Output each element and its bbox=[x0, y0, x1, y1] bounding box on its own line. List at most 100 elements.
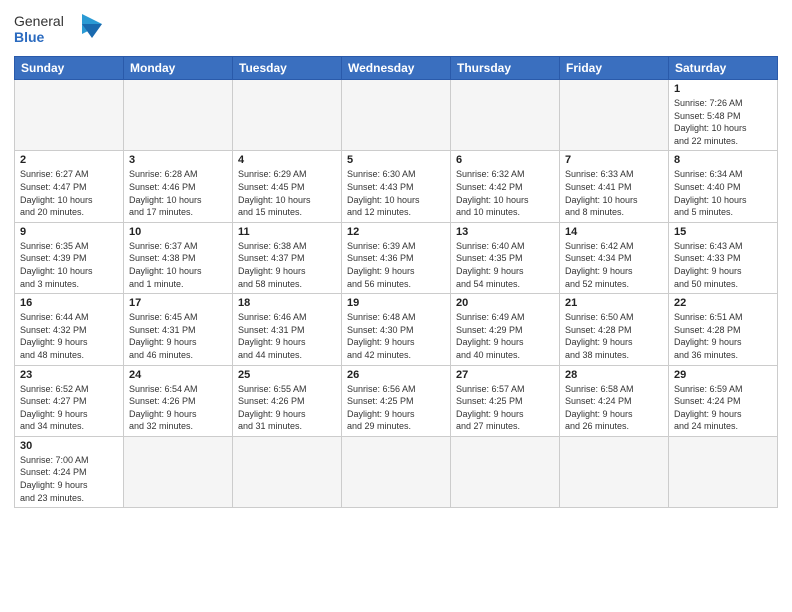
svg-text:General: General bbox=[14, 13, 64, 29]
calendar-cell: 30Sunrise: 7:00 AM Sunset: 4:24 PM Dayli… bbox=[15, 436, 124, 507]
calendar-cell: 6 Sunrise: 6:32 AM Sunset: 4:42 PM Daylig… bbox=[451, 151, 560, 222]
calendar-cell: 23Sunrise: 6:52 AM Sunset: 4:27 PM Dayli… bbox=[15, 365, 124, 436]
calendar-cell: 1 Sunrise: 7:26 AM Sunset: 5:48 PM Daylig… bbox=[669, 80, 778, 151]
calendar-cell bbox=[15, 80, 124, 151]
calendar-cell: 13 Sunrise: 6:40 AM Sunset: 4:35 PM Dayli… bbox=[451, 222, 560, 293]
day-number: 26 bbox=[347, 369, 445, 381]
calendar: SundayMondayTuesdayWednesdayThursdayFrid… bbox=[14, 56, 778, 508]
logo: GeneralBlue bbox=[14, 10, 104, 48]
day-number: 29 bbox=[674, 369, 772, 381]
day-info: Sunrise: 6:55 AM Sunset: 4:26 PM Dayligh… bbox=[238, 383, 336, 433]
weekday-header-friday: Friday bbox=[560, 57, 669, 80]
calendar-cell: 14 Sunrise: 6:42 AM Sunset: 4:34 PM Dayli… bbox=[560, 222, 669, 293]
day-info: Sunrise: 6:34 AM Sunset: 4:40 PM Dayligh… bbox=[674, 168, 772, 218]
calendar-cell bbox=[560, 436, 669, 507]
day-number: 7 bbox=[565, 154, 663, 166]
day-number: 10 bbox=[129, 226, 227, 238]
day-number: 6 bbox=[456, 154, 554, 166]
calendar-cell bbox=[124, 436, 233, 507]
calendar-cell: 28Sunrise: 6:58 AM Sunset: 4:24 PM Dayli… bbox=[560, 365, 669, 436]
day-info: Sunrise: 6:38 AM Sunset: 4:37 PM Dayligh… bbox=[238, 240, 336, 290]
day-info: Sunrise: 7:26 AM Sunset: 5:48 PM Dayligh… bbox=[674, 97, 772, 147]
day-info: Sunrise: 6:33 AM Sunset: 4:41 PM Dayligh… bbox=[565, 168, 663, 218]
calendar-cell: 12Sunrise: 6:39 AM Sunset: 4:36 PM Dayli… bbox=[342, 222, 451, 293]
day-info: Sunrise: 6:32 AM Sunset: 4:42 PM Dayligh… bbox=[456, 168, 554, 218]
day-info: Sunrise: 6:44 AM Sunset: 4:32 PM Dayligh… bbox=[20, 311, 118, 361]
calendar-week-row: 9Sunrise: 6:35 AM Sunset: 4:39 PM Daylig… bbox=[15, 222, 778, 293]
calendar-cell: 15Sunrise: 6:43 AM Sunset: 4:33 PM Dayli… bbox=[669, 222, 778, 293]
day-number: 8 bbox=[674, 154, 772, 166]
day-number: 27 bbox=[456, 369, 554, 381]
svg-text:Blue: Blue bbox=[14, 29, 45, 45]
day-number: 4 bbox=[238, 154, 336, 166]
weekday-header-thursday: Thursday bbox=[451, 57, 560, 80]
day-number: 24 bbox=[129, 369, 227, 381]
calendar-cell bbox=[233, 436, 342, 507]
day-info: Sunrise: 6:48 AM Sunset: 4:30 PM Dayligh… bbox=[347, 311, 445, 361]
calendar-week-row: 2 Sunrise: 6:27 AM Sunset: 4:47 PM Daylig… bbox=[15, 151, 778, 222]
day-number: 25 bbox=[238, 369, 336, 381]
calendar-cell: 11Sunrise: 6:38 AM Sunset: 4:37 PM Dayli… bbox=[233, 222, 342, 293]
calendar-cell: 21Sunrise: 6:50 AM Sunset: 4:28 PM Dayli… bbox=[560, 294, 669, 365]
calendar-week-row: 16 Sunrise: 6:44 AM Sunset: 4:32 PM Dayli… bbox=[15, 294, 778, 365]
calendar-cell: 3 Sunrise: 6:28 AM Sunset: 4:46 PM Daylig… bbox=[124, 151, 233, 222]
calendar-week-row: 1 Sunrise: 7:26 AM Sunset: 5:48 PM Daylig… bbox=[15, 80, 778, 151]
calendar-cell: 27Sunrise: 6:57 AM Sunset: 4:25 PM Dayli… bbox=[451, 365, 560, 436]
day-number: 21 bbox=[565, 297, 663, 309]
day-number: 19 bbox=[347, 297, 445, 309]
day-number: 3 bbox=[129, 154, 227, 166]
day-info: Sunrise: 6:42 AM Sunset: 4:34 PM Dayligh… bbox=[565, 240, 663, 290]
day-info: Sunrise: 6:27 AM Sunset: 4:47 PM Dayligh… bbox=[20, 168, 118, 218]
day-number: 14 bbox=[565, 226, 663, 238]
day-info: Sunrise: 6:52 AM Sunset: 4:27 PM Dayligh… bbox=[20, 383, 118, 433]
day-info: Sunrise: 6:29 AM Sunset: 4:45 PM Dayligh… bbox=[238, 168, 336, 218]
calendar-cell: 19 Sunrise: 6:48 AM Sunset: 4:30 PM Dayli… bbox=[342, 294, 451, 365]
calendar-cell: 10 Sunrise: 6:37 AM Sunset: 4:38 PM Dayli… bbox=[124, 222, 233, 293]
day-number: 1 bbox=[674, 83, 772, 95]
calendar-cell: 9Sunrise: 6:35 AM Sunset: 4:39 PM Daylig… bbox=[15, 222, 124, 293]
day-number: 9 bbox=[20, 226, 118, 238]
day-info: Sunrise: 6:43 AM Sunset: 4:33 PM Dayligh… bbox=[674, 240, 772, 290]
calendar-cell: 2 Sunrise: 6:27 AM Sunset: 4:47 PM Daylig… bbox=[15, 151, 124, 222]
day-info: Sunrise: 6:28 AM Sunset: 4:46 PM Dayligh… bbox=[129, 168, 227, 218]
day-number: 5 bbox=[347, 154, 445, 166]
calendar-cell: 8 Sunrise: 6:34 AM Sunset: 4:40 PM Daylig… bbox=[669, 151, 778, 222]
calendar-cell: 17 Sunrise: 6:45 AM Sunset: 4:31 PM Dayli… bbox=[124, 294, 233, 365]
day-number: 22 bbox=[674, 297, 772, 309]
day-info: Sunrise: 6:49 AM Sunset: 4:29 PM Dayligh… bbox=[456, 311, 554, 361]
calendar-cell: 24Sunrise: 6:54 AM Sunset: 4:26 PM Dayli… bbox=[124, 365, 233, 436]
day-info: Sunrise: 6:46 AM Sunset: 4:31 PM Dayligh… bbox=[238, 311, 336, 361]
day-number: 16 bbox=[20, 297, 118, 309]
calendar-cell bbox=[233, 80, 342, 151]
weekday-header-row: SundayMondayTuesdayWednesdayThursdayFrid… bbox=[15, 57, 778, 80]
calendar-cell bbox=[451, 80, 560, 151]
day-number: 13 bbox=[456, 226, 554, 238]
calendar-cell bbox=[124, 80, 233, 151]
day-info: Sunrise: 6:58 AM Sunset: 4:24 PM Dayligh… bbox=[565, 383, 663, 433]
calendar-cell: 4 Sunrise: 6:29 AM Sunset: 4:45 PM Daylig… bbox=[233, 151, 342, 222]
day-info: Sunrise: 6:45 AM Sunset: 4:31 PM Dayligh… bbox=[129, 311, 227, 361]
day-number: 17 bbox=[129, 297, 227, 309]
calendar-cell: 5Sunrise: 6:30 AM Sunset: 4:43 PM Daylig… bbox=[342, 151, 451, 222]
day-info: Sunrise: 6:37 AM Sunset: 4:38 PM Dayligh… bbox=[129, 240, 227, 290]
calendar-cell: 18Sunrise: 6:46 AM Sunset: 4:31 PM Dayli… bbox=[233, 294, 342, 365]
calendar-week-row: 30Sunrise: 7:00 AM Sunset: 4:24 PM Dayli… bbox=[15, 436, 778, 507]
day-number: 30 bbox=[20, 440, 118, 452]
day-info: Sunrise: 6:56 AM Sunset: 4:25 PM Dayligh… bbox=[347, 383, 445, 433]
calendar-week-row: 23Sunrise: 6:52 AM Sunset: 4:27 PM Dayli… bbox=[15, 365, 778, 436]
day-number: 20 bbox=[456, 297, 554, 309]
calendar-cell bbox=[342, 80, 451, 151]
calendar-cell: 25 Sunrise: 6:55 AM Sunset: 4:26 PM Dayli… bbox=[233, 365, 342, 436]
day-info: Sunrise: 6:39 AM Sunset: 4:36 PM Dayligh… bbox=[347, 240, 445, 290]
weekday-header-tuesday: Tuesday bbox=[233, 57, 342, 80]
day-number: 2 bbox=[20, 154, 118, 166]
day-info: Sunrise: 6:51 AM Sunset: 4:28 PM Dayligh… bbox=[674, 311, 772, 361]
calendar-cell: 22 Sunrise: 6:51 AM Sunset: 4:28 PM Dayli… bbox=[669, 294, 778, 365]
day-info: Sunrise: 6:40 AM Sunset: 4:35 PM Dayligh… bbox=[456, 240, 554, 290]
weekday-header-monday: Monday bbox=[124, 57, 233, 80]
calendar-cell: 20 Sunrise: 6:49 AM Sunset: 4:29 PM Dayli… bbox=[451, 294, 560, 365]
calendar-cell bbox=[669, 436, 778, 507]
weekday-header-saturday: Saturday bbox=[669, 57, 778, 80]
day-info: Sunrise: 6:59 AM Sunset: 4:24 PM Dayligh… bbox=[674, 383, 772, 433]
generalblue-logo-icon: GeneralBlue bbox=[14, 10, 104, 48]
